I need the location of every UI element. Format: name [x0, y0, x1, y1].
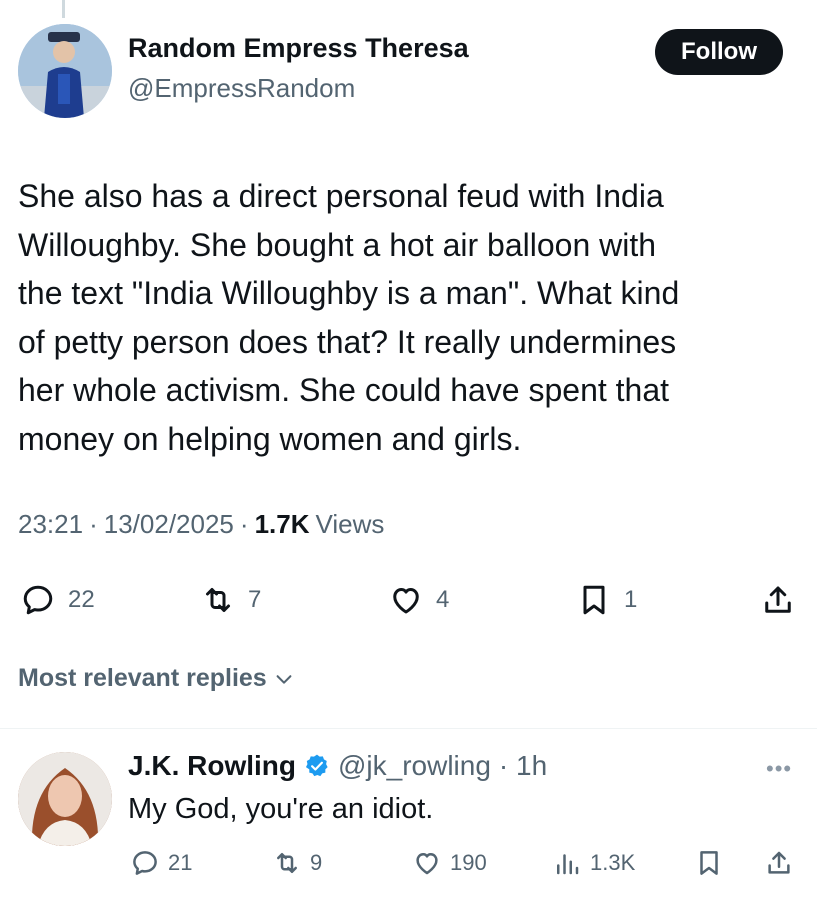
- share-icon: [765, 586, 791, 613]
- share-button[interactable]: [760, 582, 796, 618]
- like-count: 4: [436, 586, 450, 613]
- reply-count: 22: [68, 586, 95, 613]
- reply-views-button[interactable]: 1.3K: [552, 848, 635, 878]
- like-icon: [393, 588, 419, 614]
- reply-icon: [133, 851, 157, 875]
- reply-avatar[interactable]: [18, 752, 112, 846]
- reply-button[interactable]: 22: [20, 582, 95, 618]
- reply-author-name[interactable]: J.K. Rowling: [128, 750, 296, 782]
- reply-text: My God, you're an idiot.: [128, 793, 434, 825]
- reply-age: · 1h: [498, 750, 548, 781]
- bookmark-icon: [583, 585, 605, 615]
- thread-connector-line: [62, 0, 65, 18]
- reply-repost-button[interactable]: 9: [272, 848, 322, 878]
- repost-count: 7: [248, 586, 262, 613]
- reply-avatar-image: [18, 752, 112, 846]
- author-handle[interactable]: @EmpressRandom: [128, 73, 355, 104]
- meta-separator: ·: [239, 509, 249, 539]
- like-button[interactable]: 4: [388, 582, 449, 618]
- like-icon: [416, 853, 438, 875]
- meta-separator: ·: [89, 509, 98, 539]
- reply-like-count: 190: [450, 850, 487, 875]
- reply-icon: [23, 585, 53, 615]
- views-icon: [557, 854, 579, 875]
- bookmark-button[interactable]: 1: [576, 582, 637, 618]
- reply-header: J.K. Rowling @jk_rowling · 1h: [128, 750, 547, 782]
- views-label: Views: [315, 509, 385, 539]
- post-date: 13/02/2025: [103, 509, 234, 539]
- chevron-down-icon: [276, 674, 292, 684]
- post-time: 23:21: [18, 509, 84, 539]
- post-text: She also has a direct personal feud with…: [18, 178, 680, 457]
- follow-button[interactable]: Follow: [655, 29, 783, 75]
- repost-icon: [277, 853, 297, 873]
- author-name[interactable]: Random Empress Theresa: [128, 33, 469, 64]
- replies-sort-label: Most relevant replies: [18, 664, 267, 692]
- views-count: 1.7K: [254, 509, 310, 539]
- reply-reply-count: 21: [168, 850, 193, 875]
- reply-views-count: 1.3K: [590, 850, 636, 875]
- repost-icon: [206, 588, 230, 612]
- repost-button[interactable]: 7: [200, 582, 261, 618]
- reply-bookmark-button[interactable]: [694, 848, 724, 878]
- reply-like-button[interactable]: 190: [412, 848, 487, 878]
- divider: [0, 728, 817, 729]
- bookmark-count: 1: [624, 586, 638, 613]
- more-icon[interactable]: •••: [766, 756, 792, 782]
- bookmark-icon: [700, 851, 718, 875]
- reply-repost-count: 9: [310, 850, 323, 875]
- reply-share-button[interactable]: [764, 848, 794, 878]
- post-meta: 23:21 · 13/02/2025 · 1.7K Views: [18, 509, 384, 540]
- replies-sort-dropdown[interactable]: Most relevant replies: [18, 664, 295, 693]
- share-icon: [768, 851, 790, 874]
- avatar-image: [18, 24, 112, 118]
- verified-icon: [305, 754, 328, 777]
- avatar[interactable]: [18, 24, 112, 118]
- reply-author-handle[interactable]: @jk_rowling: [338, 750, 491, 782]
- reply-reply-button[interactable]: 21: [130, 848, 192, 878]
